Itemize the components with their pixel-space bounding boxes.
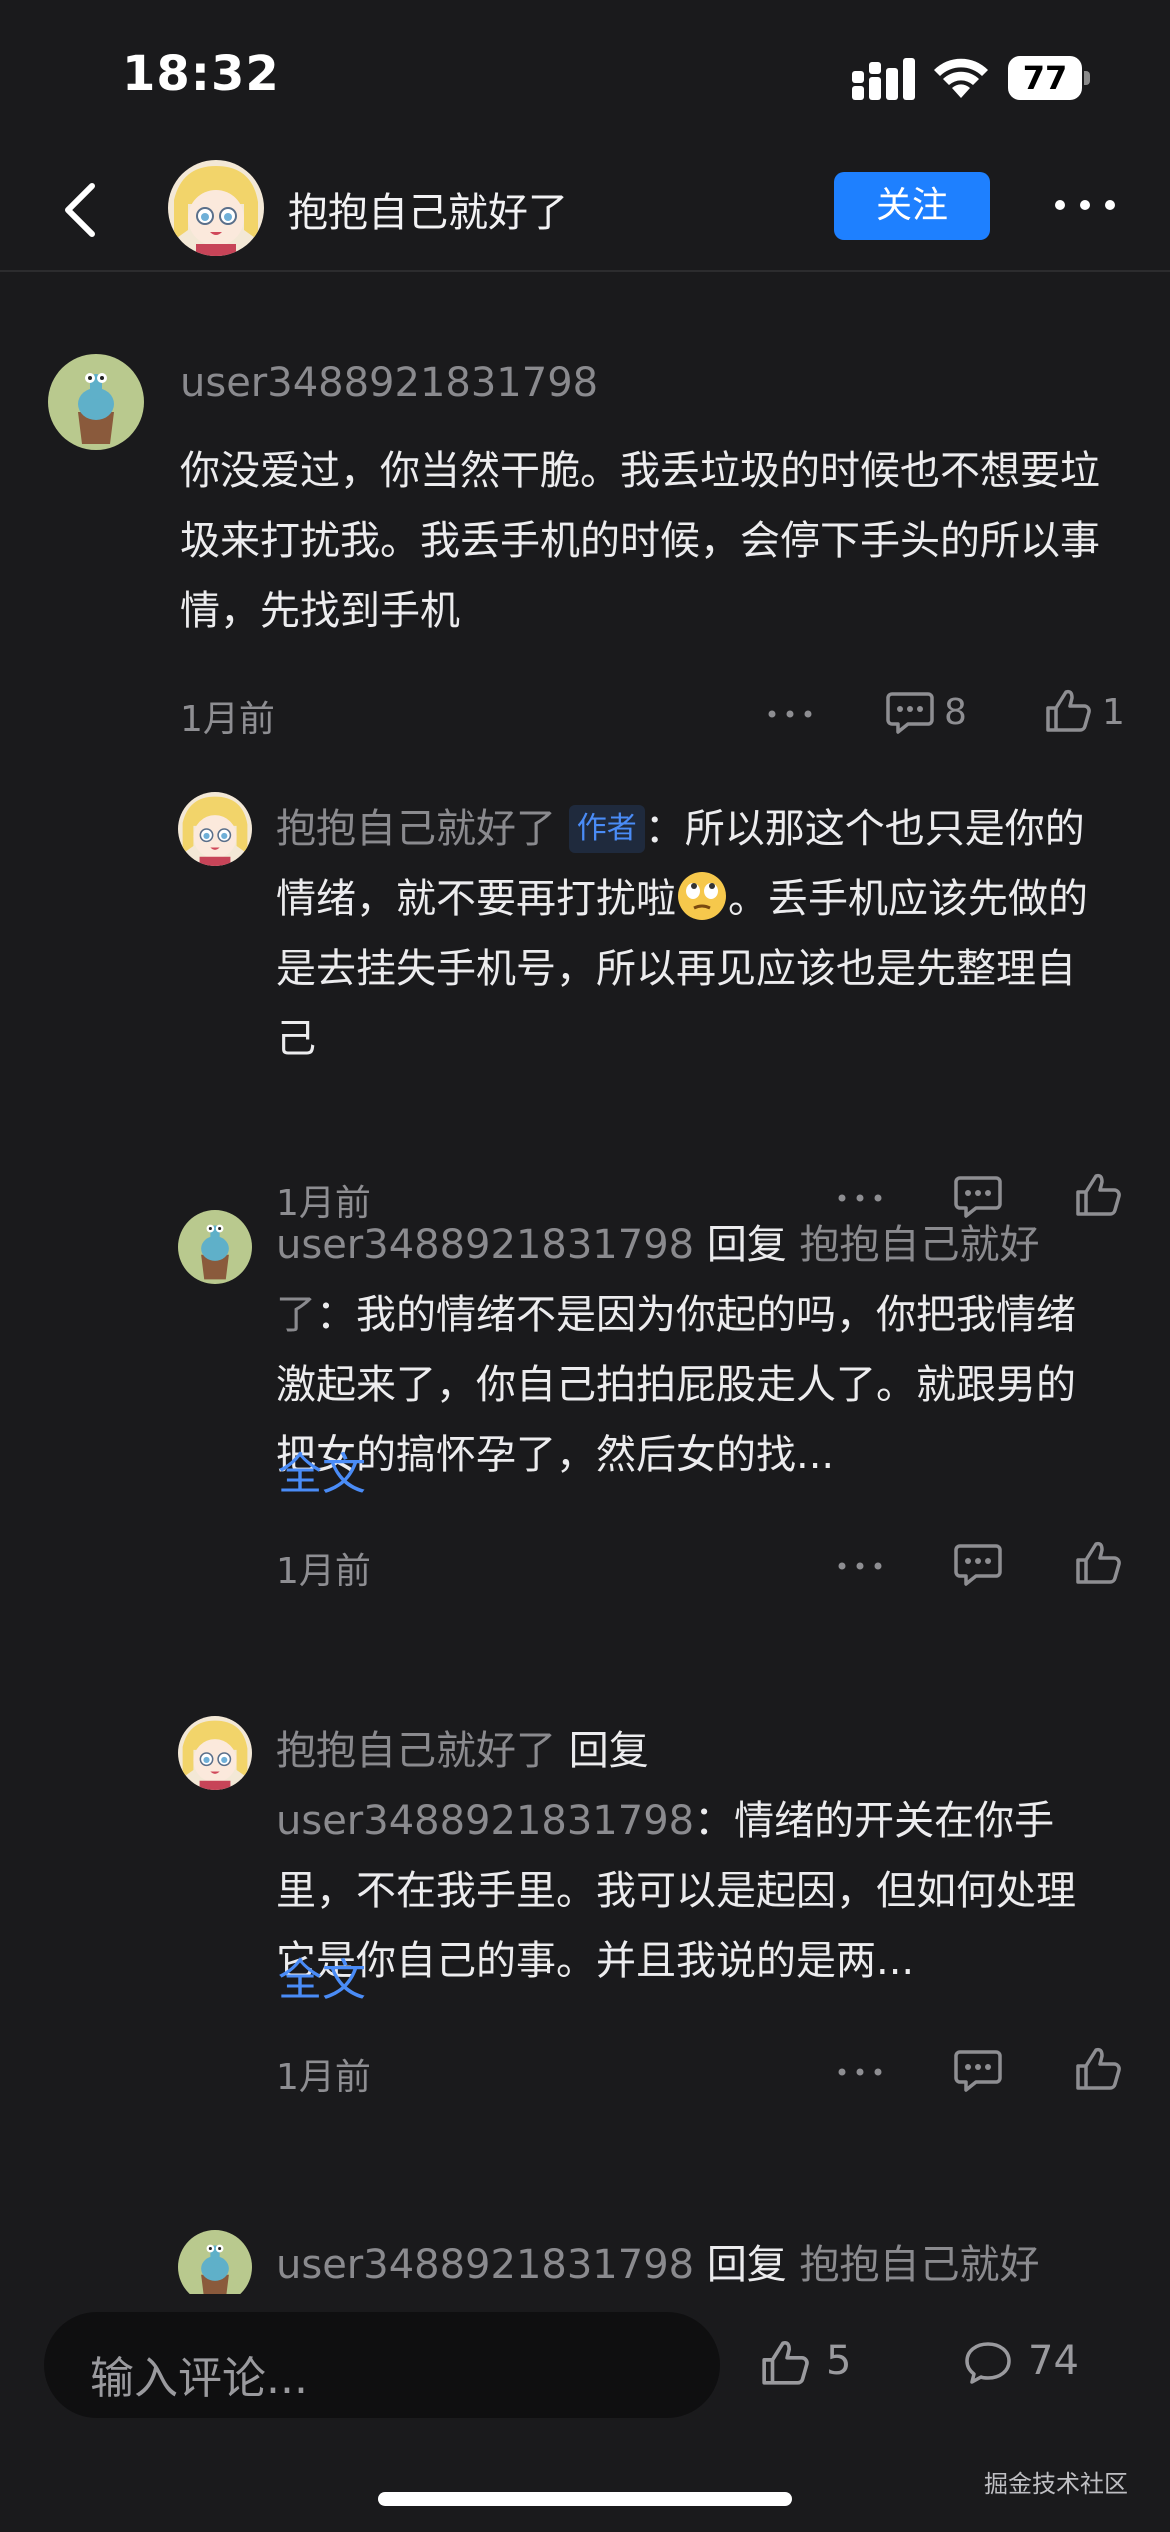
- author-avatar[interactable]: [168, 160, 264, 256]
- battery-cap: [1084, 71, 1090, 85]
- cactus-avatar-icon: [178, 1210, 252, 1284]
- wifi-icon: [934, 58, 988, 98]
- thumbs-up-icon[interactable]: [1044, 688, 1092, 734]
- reply-username[interactable]: user3488921831798: [276, 2242, 694, 2288]
- anime-girl-avatar-icon: [168, 160, 264, 256]
- signal-icon: [852, 58, 915, 100]
- status-bar: 18:32 77: [0, 0, 1170, 150]
- reply-time: 1月前: [276, 1551, 371, 1592]
- eye-roll-emoji-icon: [678, 872, 726, 920]
- comment-list[interactable]: user3488921831798 你没爱过，你当然干脆。我丢垃圾的时候也不想要…: [0, 272, 1170, 2294]
- user-avatar[interactable]: [178, 2230, 252, 2294]
- more-icon[interactable]: [836, 2066, 884, 2078]
- reply-keyword: 回复: [568, 1728, 649, 1774]
- article-comment-count: 74: [1028, 2338, 1079, 2384]
- comment-username[interactable]: user3488921831798: [180, 360, 598, 406]
- author-avatar[interactable]: [178, 1716, 252, 1790]
- reply-item: 抱抱自己就好了 作者 ：所以那这个也只是你的情绪，就不要再打扰啦 。丢手机应该先做的…: [0, 772, 1170, 1282]
- comment-time: 1月前: [180, 699, 275, 740]
- like-count: 1: [1102, 692, 1125, 733]
- page-title: 抱抱自己就好了: [288, 190, 568, 236]
- reply-item: user3488921831798 回复 抱抱自己就好了：我的情绪不是因为你起的…: [0, 1210, 1170, 1716]
- follow-button[interactable]: 关注: [834, 172, 990, 240]
- reply-to-username[interactable]: user3488921831798: [276, 1798, 694, 1844]
- more-icon[interactable]: [836, 1192, 884, 1204]
- comment-bubble-icon[interactable]: [964, 2340, 1012, 2386]
- nav-bar: 抱抱自己就好了 关注: [0, 150, 1170, 272]
- comment-bubble-icon[interactable]: [886, 690, 934, 734]
- comment-text: 你没爱过，你当然干脆。我丢垃圾的时候也不想要垃圾来打扰我。我丢手机的时候，会停下…: [180, 448, 1100, 634]
- status-time: 18:32: [122, 46, 280, 102]
- anime-girl-avatar-icon: [178, 792, 252, 866]
- author-avatar[interactable]: [178, 792, 252, 866]
- bottom-bar: 输入评论... 5 74 掘金技术社区: [0, 2294, 1170, 2532]
- back-icon[interactable]: [56, 178, 110, 242]
- thumbs-up-icon[interactable]: [760, 2338, 810, 2388]
- comment-bubble-icon[interactable]: [954, 2048, 1002, 2092]
- reply-text-block: 抱抱自己就好了 作者 ：所以那这个也只是你的情绪，就不要再打扰啦 。丢手机应该先做的…: [276, 794, 1106, 1074]
- battery-icon: 77: [1008, 56, 1090, 100]
- more-icon[interactable]: [1050, 190, 1120, 220]
- battery-level: 77: [1008, 56, 1082, 100]
- reply-to-username[interactable]: 抱抱自己就好: [800, 2242, 1040, 2288]
- anime-girl-avatar-icon: [178, 1716, 252, 1790]
- comment-bubble-icon[interactable]: [954, 1542, 1002, 1586]
- watermark: 掘金技术社区: [984, 2470, 1128, 2498]
- reply-item: 抱抱自己就好了 回复 user3488921831798：情绪的开关在你手里，不…: [0, 1716, 1170, 2222]
- reply-time: 1月前: [276, 2057, 371, 2098]
- reply-text-block: user3488921831798 回复 抱抱自己就好了：我的情绪不是因为你起的…: [276, 1210, 1106, 1490]
- author-badge: 作者: [568, 805, 645, 853]
- reply-username[interactable]: 抱抱自己就好了: [276, 1728, 556, 1774]
- reply-text-block: user3488921831798 回复 抱抱自己就好: [276, 2230, 1126, 2294]
- thumbs-up-icon[interactable]: [1074, 2046, 1122, 2092]
- user-avatar[interactable]: [48, 354, 144, 450]
- reply-keyword: 回复: [706, 2242, 787, 2288]
- reply-username[interactable]: user3488921831798: [276, 1222, 694, 1268]
- reply-item: user3488921831798 回复 抱抱自己就好: [0, 2230, 1170, 2294]
- article-like-count: 5: [826, 2338, 852, 2384]
- cactus-avatar-icon: [178, 2230, 252, 2294]
- home-indicator[interactable]: [378, 2492, 792, 2506]
- full-text-link[interactable]: 全文: [278, 1438, 366, 1502]
- reply-username[interactable]: 抱抱自己就好了: [276, 806, 556, 852]
- more-icon[interactable]: [766, 708, 814, 720]
- more-icon[interactable]: [836, 1560, 884, 1572]
- reply-keyword: 回复: [706, 1222, 787, 1268]
- cactus-avatar-icon: [48, 354, 144, 450]
- comment-item: user3488921831798 你没爱过，你当然干脆。我丢垃圾的时候也不想要…: [0, 272, 1170, 772]
- comment-input-placeholder: 输入评论...: [90, 2353, 308, 2404]
- user-avatar[interactable]: [178, 1210, 252, 1284]
- comment-input[interactable]: 输入评论...: [44, 2312, 720, 2418]
- reply-text: ：我的情绪不是因为你起的吗，你把我情绪激起来了，你自己拍拍屁股走人了。就跟男的把…: [276, 1292, 1076, 1478]
- comment-count: 8: [944, 692, 967, 733]
- full-text-link[interactable]: 全文: [278, 1944, 366, 2008]
- thumbs-up-icon[interactable]: [1074, 1540, 1122, 1586]
- reply-text-block: 抱抱自己就好了 回复 user3488921831798：情绪的开关在你手里，不…: [276, 1716, 1106, 1996]
